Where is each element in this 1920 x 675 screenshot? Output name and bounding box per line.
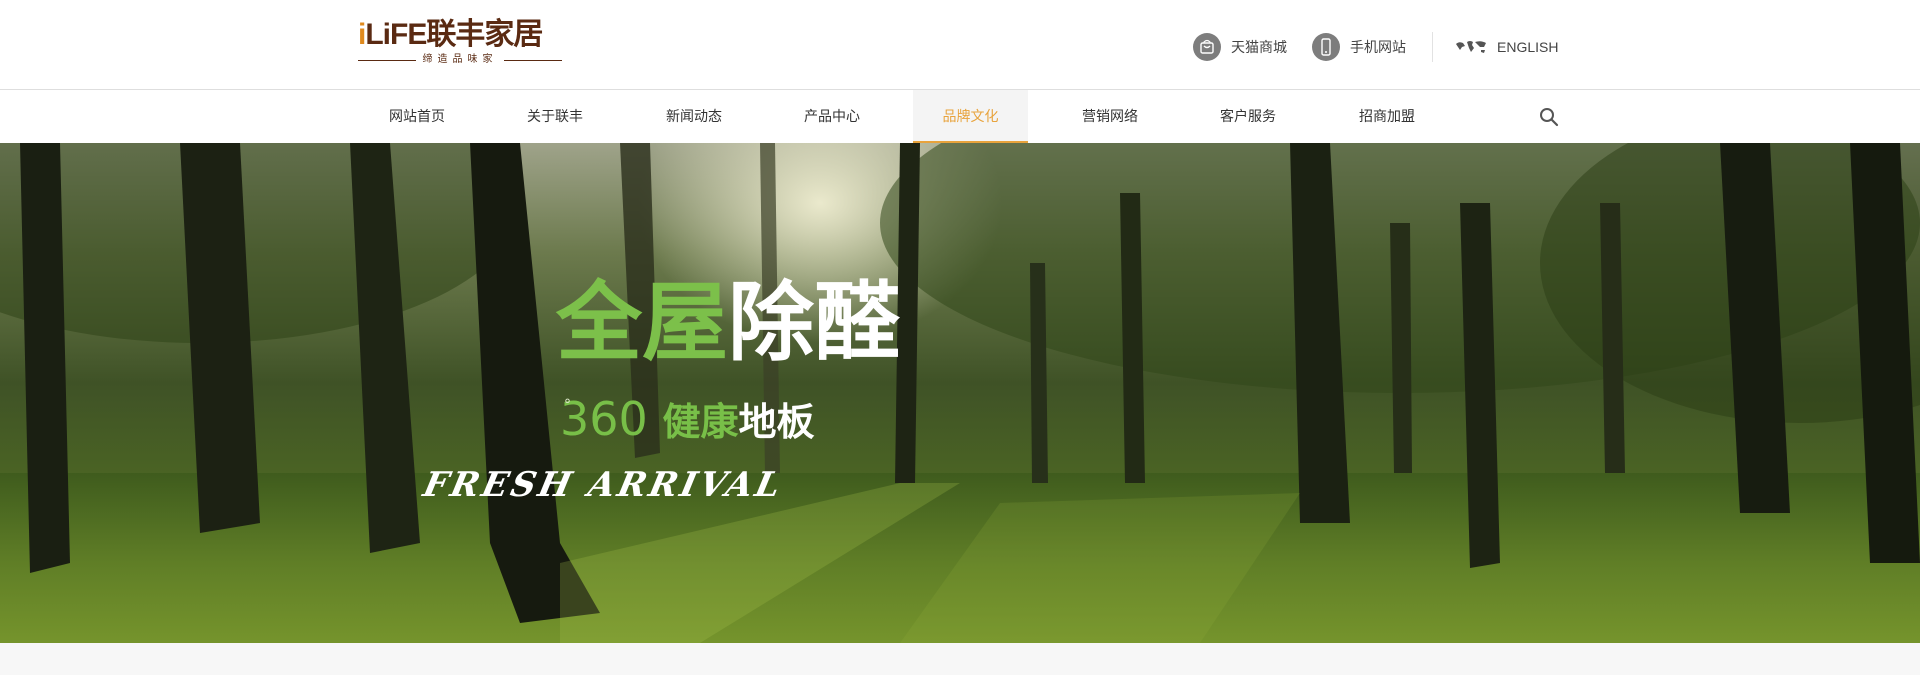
hero-tagline: FRESH ARRIVAL: [419, 465, 787, 505]
english-link[interactable]: ENGLISH: [1455, 32, 1558, 62]
hero-subtitle: ° 360 健康地板: [560, 389, 814, 452]
logo-wordmark: iLiFE联丰家居: [358, 18, 543, 52]
logo-divider-right: [504, 60, 562, 61]
search-icon[interactable]: [1538, 106, 1560, 128]
tmall-store-link[interactable]: 天猫商城: [1193, 32, 1287, 62]
logo-divider-left: [358, 60, 416, 61]
hero-subtitle-text1: 健康: [662, 400, 739, 444]
hero-subtitle-number: 360: [560, 392, 648, 446]
hero-title-part2: 除醛: [728, 273, 900, 373]
brand-logo[interactable]: iLiFE联丰家居 缔造品味家: [358, 18, 562, 68]
nav-item-products[interactable]: 产品中心: [777, 90, 887, 143]
mobile-phone-icon: [1312, 33, 1340, 61]
header-divider: [1432, 32, 1433, 62]
nav-item-brand-culture[interactable]: 品牌文化: [913, 90, 1028, 143]
logo-main-text: LiFE联丰家居: [365, 18, 543, 51]
world-map-icon: [1455, 39, 1487, 55]
hero-title: 全屋除醛: [556, 273, 900, 373]
hero-subtitle-text2: 地板: [738, 400, 815, 444]
english-label: ENGLISH: [1497, 39, 1559, 55]
main-nav: 网站首页 关于联丰 新闻动态 产品中心 品牌文化 营销网络 客户服务 招商加盟: [0, 90, 1920, 143]
nav-item-customer-service[interactable]: 客户服务: [1193, 90, 1303, 143]
tmall-bag-icon: [1193, 33, 1221, 61]
logo-tagline: 缔造品味家: [422, 54, 498, 65]
nav-item-about[interactable]: 关于联丰: [500, 90, 610, 143]
top-header: iLiFE联丰家居 缔造品味家 天猫商城 手机网站 ENGLISH: [0, 0, 1920, 90]
hero-banner[interactable]: 全屋除醛 ° 360 健康地板 FRESH ARRIVAL: [0, 143, 1920, 643]
degree-mark: °: [564, 397, 571, 413]
content-area-top: [0, 643, 1920, 675]
tmall-store-label: 天猫商城: [1231, 39, 1287, 55]
nav-item-franchise[interactable]: 招商加盟: [1332, 90, 1442, 143]
nav-item-home[interactable]: 网站首页: [362, 90, 472, 143]
nav-item-marketing-network[interactable]: 营销网络: [1055, 90, 1165, 143]
forest-background-image: [0, 143, 1920, 643]
hero-title-part1: 全屋: [556, 273, 728, 373]
nav-item-news[interactable]: 新闻动态: [639, 90, 749, 143]
mobile-site-link[interactable]: 手机网站: [1312, 32, 1406, 62]
logo-tagline-row: 缔造品味家: [358, 53, 562, 67]
mobile-site-label: 手机网站: [1350, 39, 1406, 55]
